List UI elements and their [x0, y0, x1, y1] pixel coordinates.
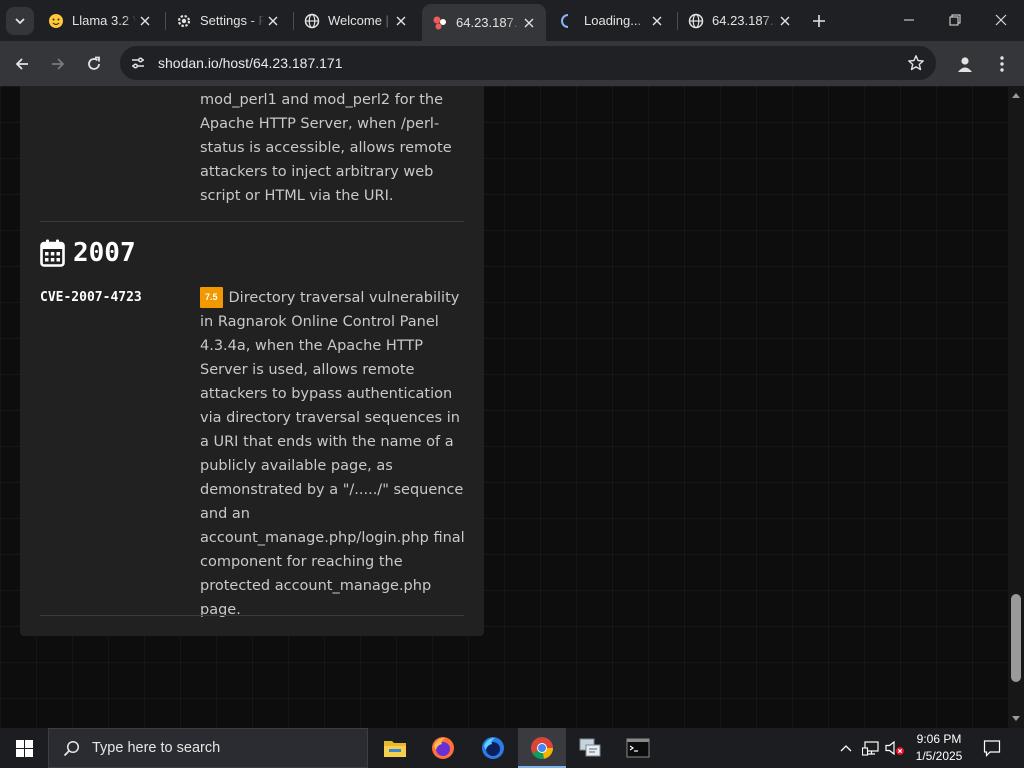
close-icon[interactable]	[264, 12, 282, 30]
globe-icon	[688, 13, 704, 29]
network-status-button[interactable]	[860, 728, 882, 768]
page-viewport: mod_perl1 and mod_perl2 for the Apache H…	[0, 86, 1008, 728]
tab-title: Settings - Privacy	[200, 13, 264, 28]
network-app-icon	[579, 738, 601, 757]
tab-strip: Llama 3.2 Vision Settings - Privacy Welc…	[0, 0, 1024, 41]
tab-title: 64.23.187.171	[456, 15, 520, 30]
taskbar-firefox-developer[interactable]	[469, 728, 517, 768]
divider	[40, 221, 464, 222]
terminal-icon	[626, 738, 650, 758]
windows-logo-icon	[15, 739, 33, 757]
tab-llama[interactable]: Llama 3.2 Vision	[38, 6, 162, 35]
windows-taskbar: Type here to search 9:06 PM 1/5/2025	[0, 728, 1024, 768]
system-clock[interactable]: 9:06 PM 1/5/2025	[904, 731, 974, 765]
new-tab-button[interactable]	[806, 8, 832, 34]
scroll-up-arrow[interactable]	[1008, 88, 1024, 102]
clock-date: 1/5/2025	[915, 749, 963, 763]
notification-icon	[983, 740, 1001, 757]
tab-title: Llama 3.2 Vision	[72, 13, 136, 28]
tab-loading[interactable]: Loading...	[550, 6, 674, 35]
close-icon	[995, 14, 1007, 26]
year-heading: 2007	[40, 238, 136, 268]
network-icon	[862, 741, 879, 756]
profile-button[interactable]	[950, 49, 980, 79]
site-info-icon[interactable]	[126, 51, 150, 75]
browser-toolbar: shodan.io/host/64.23.187.171	[0, 41, 1024, 86]
browser-menu-button[interactable]	[987, 49, 1017, 79]
divider	[40, 615, 464, 616]
tab-host[interactable]: 64.23.187.171	[678, 6, 802, 35]
tab-shodan-active[interactable]: 64.23.187.171	[422, 4, 546, 41]
vulnerability-description: Directory traversal vulnerability in Rag…	[200, 290, 465, 618]
search-placeholder: Type here to search	[92, 740, 221, 756]
gear-icon	[176, 13, 192, 29]
profile-icon	[958, 57, 972, 72]
volume-button[interactable]	[884, 728, 906, 768]
triangle-down-icon	[1012, 716, 1020, 721]
minimize-icon	[904, 19, 914, 21]
plus-icon	[813, 15, 825, 27]
forward-button[interactable]	[43, 49, 73, 79]
vulnerabilities-card: mod_perl1 and mod_perl2 for the Apache H…	[20, 86, 484, 636]
loading-spinner-icon	[560, 13, 576, 29]
cvss-score-badge: 7.5	[200, 287, 223, 308]
close-icon[interactable]	[776, 12, 794, 30]
vulnerability-description: mod_perl1 and mod_perl2 for the Apache H…	[200, 92, 452, 204]
calendar-icon	[40, 239, 65, 267]
close-icon[interactable]	[520, 14, 538, 32]
chrome-icon	[531, 737, 553, 759]
reload-button[interactable]	[79, 49, 109, 79]
vulnerability-entry: 7.5 Directory traversal vulnerability in …	[200, 286, 466, 622]
speaker-muted-icon	[885, 740, 904, 756]
arrow-right-icon	[52, 58, 65, 70]
minimize-button[interactable]	[886, 0, 932, 40]
url-text: shodan.io/host/64.23.187.171	[158, 55, 343, 71]
chevron-up-icon	[840, 745, 852, 752]
tab-settings[interactable]: Settings - Privacy	[166, 6, 290, 35]
reload-icon	[88, 56, 100, 70]
triangle-up-icon	[1012, 93, 1020, 98]
tab-search-button[interactable]	[6, 7, 34, 35]
close-icon[interactable]	[136, 12, 154, 30]
tab-welcome[interactable]: Welcome | Firefox	[294, 6, 418, 35]
file-explorer-icon	[384, 741, 406, 757]
globe-icon	[304, 13, 320, 29]
address-bar[interactable]: shodan.io/host/64.23.187.171	[120, 46, 936, 80]
scrollbar-thumb[interactable]	[1011, 594, 1021, 682]
shodan-icon	[432, 15, 448, 31]
hugging-face-icon	[48, 13, 64, 29]
taskbar-chrome[interactable]	[518, 728, 566, 768]
taskbar-network-app[interactable]	[566, 728, 614, 768]
close-icon[interactable]	[392, 12, 410, 30]
bookmark-star-icon[interactable]	[906, 53, 926, 73]
tab-title: 64.23.187.171	[712, 13, 776, 28]
arrow-left-icon	[15, 58, 28, 70]
notifications-button[interactable]	[976, 728, 1008, 768]
restore-button[interactable]	[932, 0, 978, 40]
taskbar-firefox[interactable]	[419, 728, 467, 768]
year-label: 2007	[73, 238, 136, 268]
firefox-icon	[432, 737, 454, 759]
restore-icon	[949, 14, 961, 26]
taskbar-file-explorer[interactable]	[371, 728, 419, 768]
close-icon[interactable]	[648, 12, 666, 30]
close-window-button[interactable]	[978, 0, 1024, 40]
show-hidden-icons-button[interactable]	[836, 728, 856, 768]
start-button[interactable]	[0, 728, 48, 768]
search-icon	[63, 740, 80, 756]
cve-id-link[interactable]: CVE-2007-4723	[40, 290, 142, 305]
taskbar-search-box[interactable]: Type here to search	[48, 728, 368, 768]
back-button[interactable]	[7, 49, 37, 79]
firefox-developer-icon	[482, 737, 504, 759]
tab-title: Welcome | Firefox	[328, 13, 392, 28]
chevron-down-icon	[15, 18, 25, 25]
scroll-down-arrow[interactable]	[1008, 712, 1024, 726]
tab-title: Loading...	[584, 13, 642, 28]
kebab-menu-icon	[1000, 56, 1004, 72]
page-scrollbar[interactable]	[1008, 86, 1024, 728]
taskbar-terminal[interactable]	[614, 728, 662, 768]
clock-time: 9:06 PM	[916, 732, 962, 746]
